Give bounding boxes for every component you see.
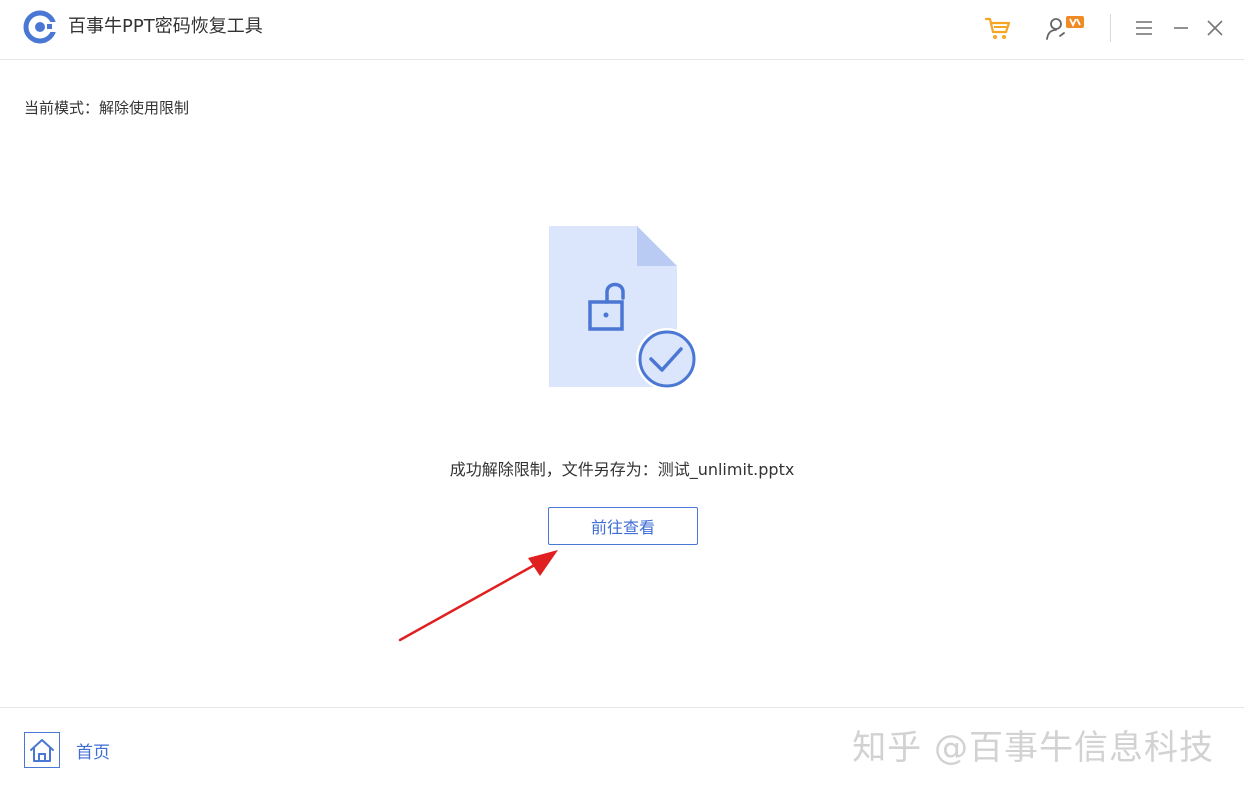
annotation-arrow — [390, 540, 570, 650]
app-title: 百事牛PPT密码恢复工具 — [68, 16, 263, 37]
titlebar-divider — [1110, 14, 1111, 42]
hamburger-menu-icon[interactable] — [1130, 12, 1158, 44]
unlocked-file-success-illustration — [545, 222, 705, 397]
open-file-button[interactable]: 前往查看 — [548, 507, 698, 545]
shopping-cart-icon[interactable] — [980, 12, 1016, 44]
home-label: 首页 — [76, 742, 110, 763]
home-icon — [24, 732, 60, 768]
app-window: 百事牛PPT密码恢复工具 当前模式：解除使用限制 成功解除限制，文件另存为：测试… — [0, 0, 1244, 792]
title-bar: 百事牛PPT密码恢复工具 — [0, 0, 1244, 60]
home-button[interactable]: 首页 — [24, 730, 110, 770]
watermark-text: 知乎 @百事牛信息科技 — [852, 728, 1214, 768]
minimize-icon[interactable] — [1168, 12, 1194, 44]
footer-bar: 首页 知乎 @百事牛信息科技 — [0, 707, 1244, 792]
app-logo-icon — [23, 10, 57, 44]
current-mode-label: 当前模式：解除使用限制 — [24, 99, 190, 117]
success-message: 成功解除限制，文件另存为：测试_unlimit.pptx — [449, 460, 795, 479]
close-icon[interactable] — [1202, 12, 1228, 44]
user-vip-icon[interactable] — [1040, 12, 1090, 44]
